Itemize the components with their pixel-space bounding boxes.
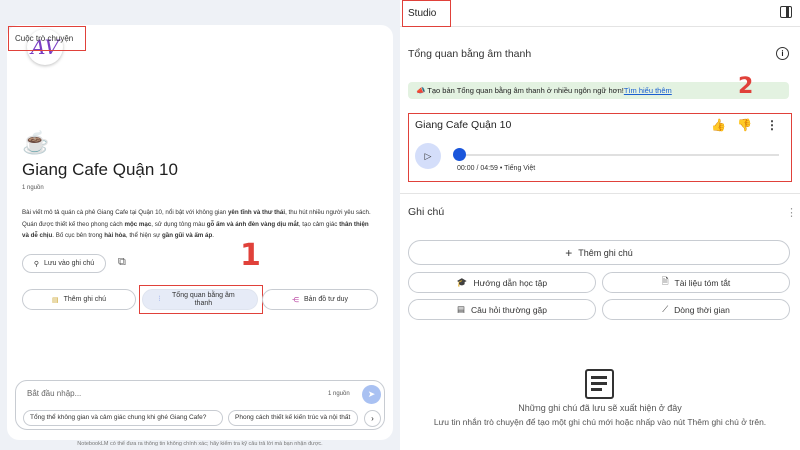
banner-text: Tạo bản Tổng quan bằng âm thanh ở nhiều …	[427, 86, 624, 95]
notes-more-icon[interactable]: ⋮	[786, 206, 797, 219]
annotation-box-1	[139, 285, 263, 314]
suggestion-chip[interactable]: Phong cách thiết kế kiến trúc và nội thấ…	[228, 410, 358, 426]
document-icon: 🗎	[661, 275, 669, 286]
notes-title: Ghi chú	[408, 206, 445, 218]
note-icon: ▤	[51, 296, 59, 304]
audio-title: Giang Cafe Quận 10	[415, 119, 512, 131]
studio-title: Studio	[402, 0, 451, 27]
language-banner: 📣 Tạo bản Tổng quan bằng âm thanh ở nhiề…	[408, 82, 789, 99]
suggestion-chip[interactable]: Tổng thể không gian và cảm giác chung kh…	[23, 410, 223, 426]
timeline-label: Dòng thời gian	[674, 304, 730, 315]
info-icon[interactable]: i	[776, 47, 789, 60]
studio-add-note-button[interactable]: + Thêm ghi chú	[408, 240, 790, 265]
chat-composer: 1 nguồn ➤ Tổng thể không gian và cảm giá…	[15, 380, 385, 430]
audio-progress-track[interactable]	[454, 154, 779, 156]
study-guide-label: Hướng dẫn học tập	[473, 277, 548, 288]
pin-icon: ⚲	[33, 260, 39, 268]
annotation-2: 2	[738, 74, 754, 99]
mind-map-label: Bản đồ tư duy	[304, 296, 348, 303]
add-note-label: Thêm ghi chú	[63, 296, 107, 303]
divider	[400, 193, 800, 194]
composer-source-count: 1 nguồn	[328, 391, 350, 397]
collapse-panel-icon[interactable]	[780, 6, 792, 18]
faq-label: Câu hỏi thường gặp	[471, 304, 548, 315]
source-summary: Bài viết mô tả quán cà phê Giang Cafe tạ…	[22, 209, 371, 239]
copy-icon[interactable]: ⧉	[118, 256, 126, 269]
mind-map-button[interactable]: ⋲ Bản đồ tư duy	[262, 289, 378, 310]
audio-time: 00:00 / 04:59 • Tiếng Việt	[457, 165, 536, 172]
learn-more-link[interactable]: Tìm hiểu thêm	[624, 86, 672, 95]
disclaimer: NotebookLM có thể đưa ra thông tin không…	[77, 441, 323, 447]
mind-map-icon: ⋲	[292, 296, 299, 304]
source-emoji-icon: ☕	[22, 130, 50, 155]
add-note-button[interactable]: ▤ Thêm ghi chú	[22, 289, 136, 310]
thumbs-down-icon[interactable]: 👎	[737, 118, 752, 132]
tab-conversation[interactable]: Cuộc trò chuyện	[8, 26, 86, 51]
notes-empty-icon	[585, 369, 614, 399]
briefing-doc-label: Tài liệu tóm tắt	[674, 277, 731, 288]
faq-button[interactable]: ▤ Câu hỏi thường gặp	[408, 299, 596, 320]
play-icon: ▷	[424, 150, 432, 161]
source-count: 1 nguồn	[22, 185, 44, 191]
briefing-doc-button[interactable]: 🗎 Tài liệu tóm tắt	[602, 272, 790, 293]
send-icon: ➤	[367, 389, 376, 399]
chevron-right-icon[interactable]: ›	[364, 410, 381, 427]
audio-progress-handle[interactable]	[453, 148, 466, 161]
empty-notes-description: Lưu tin nhắn trò chuyện để tạo một ghi c…	[433, 417, 767, 427]
plus-icon: +	[565, 245, 573, 260]
audio-player: Giang Cafe Quận 10 👍 👎 ⋮ ▷ 00:00 / 04:59…	[408, 113, 792, 182]
audio-overview-title: Tổng quan bằng âm thanh	[408, 48, 532, 60]
megaphone-icon: 📣	[416, 86, 426, 95]
more-vert-icon[interactable]: ⋮	[766, 118, 778, 132]
play-button[interactable]: ▷	[415, 143, 441, 169]
source-title: Giang Cafe Quận 10	[22, 160, 178, 179]
timeline-icon: ⟋	[662, 304, 669, 314]
study-guide-button[interactable]: 🎓 Hướng dẫn học tập	[408, 272, 596, 293]
save-to-note-label: Lưu vào ghi chú	[43, 260, 95, 267]
timeline-button[interactable]: ⟋ Dòng thời gian	[602, 299, 790, 320]
empty-notes-title: Những ghi chú đã lưu sẽ xuất hiện ở đây	[518, 403, 682, 413]
annotation-1: 1	[240, 238, 261, 273]
thumbs-up-icon[interactable]: 👍	[711, 118, 726, 132]
send-button[interactable]: ➤	[362, 385, 381, 404]
faq-icon: ▤	[456, 304, 465, 314]
graduation-cap-icon: 🎓	[456, 277, 468, 287]
chat-input[interactable]	[27, 389, 297, 398]
save-to-note-button[interactable]: ⚲ Lưu vào ghi chú	[22, 254, 106, 273]
studio-header: Studio	[400, 0, 800, 27]
studio-add-note-label: Thêm ghi chú	[578, 247, 633, 258]
